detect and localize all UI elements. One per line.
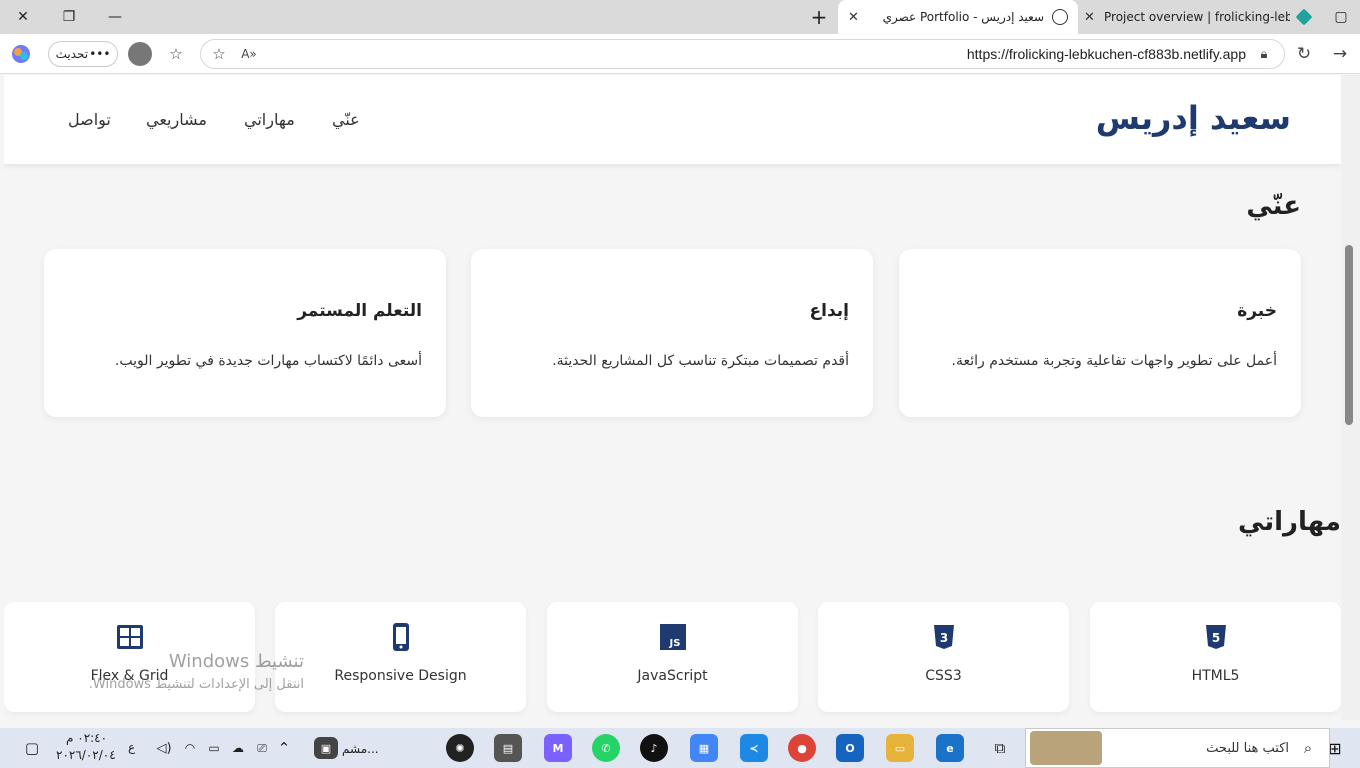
volume-icon[interactable]: ◁): [154, 738, 174, 758]
card-title: إبداع: [809, 301, 849, 321]
cloud-icon[interactable]: ☁: [228, 738, 248, 758]
read-aloud-icon[interactable]: A»: [239, 44, 259, 64]
nav-projects[interactable]: مشاريعي: [146, 110, 207, 129]
skill-card: Responsive Design: [275, 602, 526, 712]
add-favorite-icon[interactable]: ☆: [209, 44, 229, 64]
close-window-button[interactable]: ✕: [0, 0, 46, 34]
outlook-icon[interactable]: O: [836, 734, 864, 762]
show-hidden-icons[interactable]: ⌃: [274, 738, 294, 758]
svg-text:JS: JS: [668, 638, 680, 649]
tiktok-icon[interactable]: ♪: [640, 734, 668, 762]
about-card: خبرة أعمل على تطوير واجهات تفاعلية وتجرب…: [899, 249, 1301, 417]
language-indicator[interactable]: ع: [128, 740, 135, 754]
skills-title: مهاراتي: [1238, 507, 1341, 537]
site-logo[interactable]: سعيد إدريس: [1096, 99, 1291, 137]
app-icon[interactable]: ▣: [314, 737, 338, 759]
taskbar-search[interactable]: ⌕ اكتب هنا للبحث: [1025, 728, 1330, 768]
meet-icon[interactable]: ⎚: [252, 738, 272, 758]
wifi-icon[interactable]: ◠: [180, 738, 200, 758]
vscode-icon[interactable]: ≺: [740, 734, 768, 762]
globe-icon: [1052, 9, 1068, 25]
tab-title: سعيد إدريس - Portfolio عصري: [882, 10, 1044, 24]
javascript-icon: JS: [659, 624, 686, 650]
lock-icon[interactable]: 🔒︎: [1254, 44, 1274, 64]
url-text: https://frolicking-lebkuchen-cf883b.netl…: [966, 46, 1246, 62]
store-icon[interactable]: ▦: [690, 734, 718, 762]
chrome-icon[interactable]: ●: [788, 734, 816, 762]
refresh-pill[interactable]: تحديث •••: [48, 41, 118, 67]
favorites-icon[interactable]: ☆: [164, 42, 188, 66]
avatar[interactable]: [128, 42, 152, 66]
calculator-icon[interactable]: ▤: [494, 734, 522, 762]
taskbar: ⊞ ⌕ اكتب هنا للبحث ⧉ e ▭ O ● ≺ ▦ ♪ ✆ M ▤…: [0, 728, 1360, 768]
minimize-window-button[interactable]: —: [92, 0, 138, 34]
file-explorer-icon[interactable]: ▭: [886, 734, 914, 762]
edge-icon[interactable]: e: [936, 734, 964, 762]
search-placeholder: اكتب هنا للبحث: [1206, 741, 1289, 756]
skill-card: 5 HTML5: [1090, 602, 1341, 712]
clock-time[interactable]: ٠٢:٤٠ م: [66, 731, 107, 745]
skill-label: CSS3: [925, 668, 962, 684]
forward-icon[interactable]: →: [1328, 42, 1352, 66]
activation-subtitle: انتقل إلى الإعدادات لتنشيط Windows.: [88, 677, 304, 692]
about-card: التعلم المستمر أسعى دائمًا لاكتساب مهارا…: [44, 249, 446, 417]
whatsapp-icon[interactable]: ✆: [592, 734, 620, 762]
activation-title: تنشيط Windows: [168, 651, 304, 672]
restore-window-button[interactable]: ❐: [46, 0, 92, 34]
page-scrollbar[interactable]: [1341, 75, 1360, 720]
html5-icon: 5: [1205, 625, 1226, 649]
mobile-icon: [392, 623, 409, 651]
chatgpt-icon[interactable]: ✺: [446, 734, 474, 762]
scroll-thumb[interactable]: [1345, 245, 1353, 425]
svg-text:5: 5: [1211, 631, 1219, 645]
tab-netlify[interactable]: Project overview | frolicking-lebku ✕: [1080, 0, 1320, 34]
refresh-label: تحديث: [55, 47, 89, 61]
skill-label: JavaScript: [637, 668, 708, 684]
task-view-icon[interactable]: ⧉: [988, 736, 1012, 760]
refresh-icon[interactable]: ↻: [1292, 42, 1316, 66]
battery-icon[interactable]: ▭: [204, 738, 224, 758]
netlify-icon: [1295, 8, 1313, 26]
clock-date[interactable]: ٢٠٢٦/٠٢/٠٤: [56, 748, 116, 762]
web-page: سعيد إدريس عنّي مهاراتي مشاريعي تواصل عن…: [4, 75, 1341, 720]
card-title: التعلم المستمر: [297, 301, 422, 321]
nav-skills[interactable]: مهاراتي: [244, 110, 295, 129]
tab-actions-icon[interactable]: ▢: [1318, 0, 1360, 34]
address-bar: تحديث ••• ☆ ☆ A» 🔒︎ https://frolicking-l…: [0, 34, 1360, 74]
more-icon: •••: [89, 47, 111, 61]
grid-icon: [116, 625, 143, 649]
nav-contact[interactable]: تواصل: [68, 110, 111, 129]
close-tab-icon[interactable]: ✕: [1084, 10, 1095, 25]
search-icon: ⌕: [1303, 739, 1313, 757]
css3-icon: 3: [933, 625, 954, 649]
card-text: أعمل على تطوير واجهات تفاعلية وتجربة مست…: [951, 353, 1278, 369]
tab-title: Project overview | frolicking-lebku: [1104, 10, 1290, 24]
skill-label: HTML5: [1191, 668, 1240, 684]
about-card: إبداع أقدم تصميمات مبتكرة تناسب كل المشا…: [471, 249, 873, 417]
close-tab-icon[interactable]: ✕: [848, 10, 859, 25]
skill-card: JS JavaScript: [547, 602, 798, 712]
svg-text:3: 3: [939, 631, 947, 645]
card-text: أسعى دائمًا لاكتساب مهارات جديدة في تطوي…: [114, 353, 422, 369]
notifications-icon[interactable]: ▢: [20, 738, 44, 758]
skill-card: 3 CSS3: [818, 602, 1069, 712]
taskbar-app-label[interactable]: مشم...: [342, 742, 379, 756]
new-tab-button[interactable]: +: [796, 0, 842, 34]
site-header: سعيد إدريس عنّي مهاراتي مشاريعي تواصل: [4, 75, 1341, 164]
skill-label: Responsive Design: [334, 668, 467, 684]
m365-icon[interactable]: M: [544, 734, 572, 762]
tab-bar: ✕ ❐ — + سعيد إدريس - Portfolio عصري ✕ Pr…: [0, 0, 1360, 34]
search-highlight-image: [1030, 731, 1102, 765]
card-text: أقدم تصميمات مبتكرة تناسب كل المشاريع ال…: [552, 353, 849, 369]
about-title: عنّي: [1246, 191, 1301, 221]
nav-about[interactable]: عنّي: [332, 110, 360, 129]
tab-portfolio[interactable]: سعيد إدريس - Portfolio عصري ✕: [838, 0, 1078, 34]
card-title: خبرة: [1237, 301, 1277, 321]
copilot-icon[interactable]: [8, 42, 34, 66]
